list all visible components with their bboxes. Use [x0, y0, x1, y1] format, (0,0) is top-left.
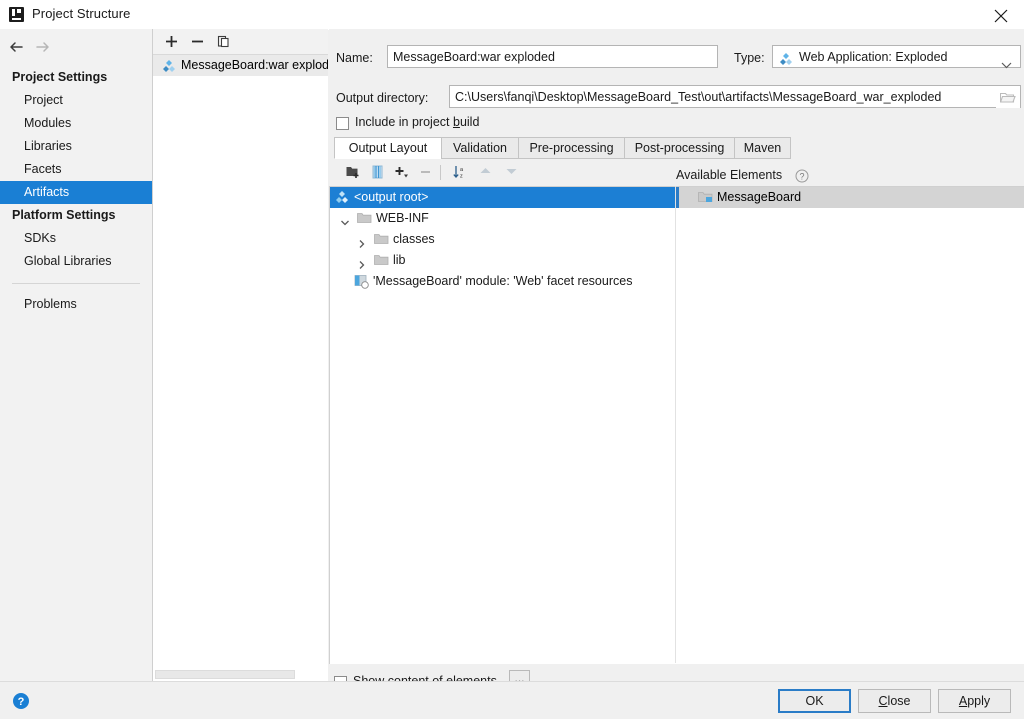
tab-post-processing[interactable]: Post-processing	[624, 137, 735, 159]
intellij-idea-icon	[9, 7, 24, 22]
remove-element-button	[414, 162, 436, 183]
sidebar-item-libraries[interactable]: Libraries	[0, 135, 152, 158]
sidebar-item-facets[interactable]: Facets	[0, 158, 152, 181]
help-circle-icon[interactable]: ?	[12, 692, 30, 710]
include-in-project-build-label: Include in project build	[355, 115, 480, 129]
sidebar-item-global-libraries[interactable]: Global Libraries	[0, 250, 152, 273]
list-item-label: MessageBoard:war exploded	[181, 58, 328, 72]
tree-row-label: <output root>	[354, 190, 429, 204]
tab-pre-processing[interactable]: Pre-processing	[518, 137, 625, 159]
name-input[interactable]: MessageBoard:war exploded	[387, 45, 718, 68]
artifact-icon	[335, 190, 350, 205]
close-icon[interactable]	[978, 0, 1024, 29]
artifact-icon	[779, 51, 793, 65]
artifact-editor: Name: MessageBoard:war exploded Type: We…	[329, 29, 1024, 691]
back-arrow-icon[interactable]	[8, 39, 30, 57]
title-bar: Project Structure	[0, 0, 1024, 30]
folder-icon	[357, 211, 372, 226]
svg-text:a: a	[460, 167, 464, 173]
available-elements-label: Available Elements	[676, 168, 783, 182]
artifact-list-panel: MessageBoard:war exploded	[153, 29, 328, 681]
tree-row[interactable]: lib	[330, 250, 676, 271]
tree-row-label: WEB-INF	[376, 211, 429, 225]
editor-tabs: Output Layout Validation Pre-processing …	[334, 137, 1022, 159]
tree-row-label: classes	[393, 232, 435, 246]
list-item[interactable]: MessageBoard:war exploded	[153, 55, 328, 76]
artifact-icon	[162, 59, 176, 73]
available-elements-header: Available Elements ?	[676, 168, 1024, 188]
chevron-right-icon[interactable]	[357, 235, 367, 248]
list-item-label: MessageBoard	[717, 190, 802, 204]
chevron-down-icon	[1001, 54, 1012, 76]
output-directory-input[interactable]: C:\Users\fanqi\Desktop\MessageBoard_Test…	[449, 85, 1021, 108]
project-structure-dialog: Project Structure Project Settings Proje…	[0, 0, 1024, 719]
svg-text:z: z	[460, 174, 463, 180]
sidebar-divider	[12, 283, 140, 284]
settings-sidebar: Project Settings Project Modules Librari…	[0, 29, 153, 681]
window-title: Project Structure	[32, 6, 131, 21]
artifact-list-toolbar	[153, 29, 328, 55]
type-combobox[interactable]: Web Application: Exploded	[772, 45, 1021, 69]
available-elements-panel[interactable]: MessageBoard	[676, 186, 1024, 664]
artifact-list-hscroll-thumb[interactable]	[155, 670, 295, 679]
chevron-right-icon[interactable]	[357, 256, 367, 269]
svg-text:?: ?	[18, 696, 25, 708]
name-label: Name:	[336, 51, 373, 65]
module-icon	[698, 190, 713, 205]
add-artifact-button[interactable]	[161, 32, 181, 52]
apply-button[interactable]: Apply	[938, 689, 1011, 713]
output-layout-toolbar: a z	[334, 160, 676, 185]
output-layout-tree[interactable]: <output root> WEB-INF classes lib 'Messa…	[329, 186, 676, 664]
tree-row-label: lib	[393, 253, 406, 267]
type-combobox-value: Web Application: Exploded	[799, 50, 948, 64]
facet-resources-icon	[354, 274, 369, 289]
ok-button[interactable]: OK	[778, 689, 851, 713]
add-copy-of-button[interactable]	[390, 162, 412, 183]
checkbox-box	[336, 117, 349, 130]
tree-row[interactable]: 'MessageBoard' module: 'Web' facet resou…	[330, 271, 676, 292]
artifact-list[interactable]: MessageBoard:war exploded	[153, 55, 328, 681]
move-up-button	[474, 162, 496, 183]
folder-icon	[374, 253, 389, 268]
remove-artifact-button[interactable]	[187, 32, 207, 52]
nav-arrows	[0, 33, 152, 61]
selection-indicator	[676, 187, 679, 208]
chevron-down-icon[interactable]	[340, 214, 350, 226]
tree-row[interactable]: classes	[330, 229, 676, 250]
copy-artifact-button[interactable]	[213, 32, 233, 52]
folder-icon	[374, 232, 389, 247]
svg-text:?: ?	[799, 172, 804, 182]
sidebar-group-project-settings: Project Settings	[12, 70, 108, 84]
tab-output-layout[interactable]: Output Layout	[334, 137, 442, 159]
create-directory-button[interactable]	[342, 162, 364, 183]
artifact-list-hscrollbar[interactable]	[153, 667, 328, 681]
tree-row-label: 'MessageBoard' module: 'Web' facet resou…	[373, 274, 633, 288]
tab-validation[interactable]: Validation	[441, 137, 519, 159]
sidebar-item-sdks[interactable]: SDKs	[0, 227, 152, 250]
type-label: Type:	[734, 51, 765, 65]
sidebar-item-modules[interactable]: Modules	[0, 112, 152, 135]
tree-row[interactable]: <output root>	[330, 187, 676, 208]
create-archive-button[interactable]	[366, 162, 388, 183]
sort-button[interactable]: a z	[448, 162, 470, 183]
tab-maven[interactable]: Maven	[734, 137, 791, 159]
sidebar-item-project[interactable]: Project	[0, 89, 152, 112]
output-directory-label: Output directory:	[336, 91, 429, 105]
dialog-button-bar: ? OK Close Apply	[0, 681, 1024, 719]
folder-browse-icon[interactable]	[996, 86, 1020, 108]
toolbar-separator	[440, 165, 441, 180]
sidebar-group-platform-settings: Platform Settings	[12, 208, 116, 222]
list-item[interactable]: MessageBoard	[676, 187, 1024, 208]
close-button[interactable]: Close	[858, 689, 931, 713]
help-circle-icon[interactable]: ?	[795, 169, 809, 186]
move-down-button	[500, 162, 522, 183]
sidebar-item-artifacts[interactable]: Artifacts	[0, 181, 152, 204]
sidebar-item-problems[interactable]: Problems	[0, 293, 152, 316]
forward-arrow-icon[interactable]	[34, 39, 56, 57]
tree-row[interactable]: WEB-INF	[330, 208, 676, 229]
